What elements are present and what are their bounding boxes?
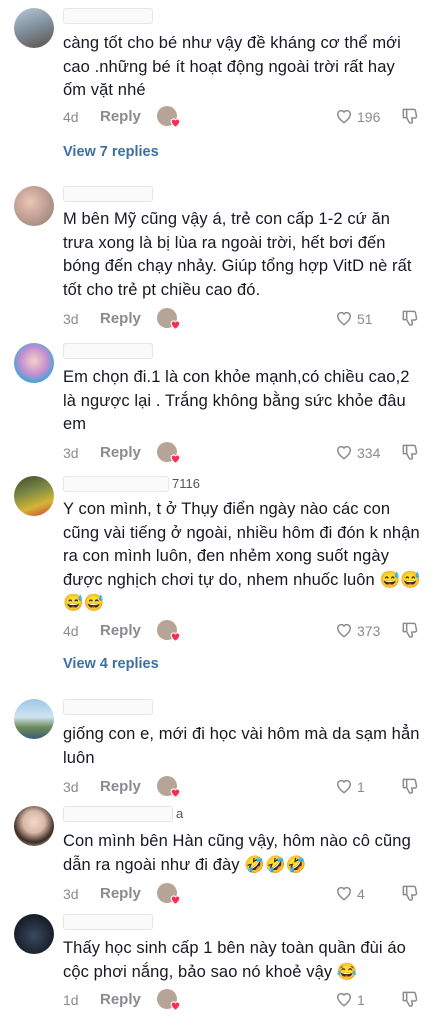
username[interactable]: 7116 [63,476,200,492]
comment-actions: 3d Reply 334 [63,442,439,465]
comment-time: 3d [63,779,79,795]
creator-liked-heart-icon [170,320,181,331]
username[interactable] [63,699,153,715]
username[interactable] [63,914,153,930]
comment-time: 3d [63,886,79,902]
username[interactable] [63,343,153,359]
dislike-icon[interactable] [400,106,420,126]
creator-liked-heart-icon [170,632,181,643]
like-count: 1 [357,779,365,795]
like-count: 51 [357,311,373,327]
comment-text: giống con e, mới đi học vài hôm mà da sạ… [63,725,420,767]
comment-actions: 1d Reply 1 [63,989,439,1012]
comment-actions: 3d Reply 1 [63,776,439,799]
heart-outline-icon [336,109,352,124]
reply-button[interactable]: Reply [100,777,141,797]
username-suffix: a [176,806,184,821]
comment-text: càng tốt cho bé như vậy đề kháng cơ thể … [63,34,401,99]
creator-liked-avatar [157,442,181,465]
heart-outline-icon [336,992,352,1007]
reply-button[interactable]: Reply [100,884,141,904]
like-count: 373 [357,623,381,639]
comment-time: 1d [63,992,79,1008]
view-replies-link[interactable]: View 7 replies [63,144,159,160]
comment-text: Con mình bên Hàn cũng vậy, hôm nào cô cũ… [63,832,411,874]
like-count: 196 [357,109,381,125]
avatar[interactable] [14,186,54,226]
heart-outline-icon [336,445,352,460]
comment-actions: 4d Reply 373 [63,620,439,643]
like-count: 334 [357,445,381,461]
avatar[interactable] [14,699,54,739]
reply-button[interactable]: Reply [100,107,141,127]
like-count: 1 [357,992,365,1008]
creator-liked-avatar [157,308,181,331]
view-replies-link[interactable]: View 4 replies [63,656,159,672]
dislike-icon[interactable] [400,442,420,462]
creator-liked-heart-icon [170,788,181,799]
comment-text: Thấy học sinh cấp 1 bên này toàn quần đù… [63,939,406,981]
comment-time: 3d [63,445,79,461]
avatar[interactable] [14,343,54,383]
creator-liked-avatar [157,883,181,906]
heart-outline-icon [336,311,352,326]
comment-text: Y con mình, t ở Thụy điển ngày nào các c… [63,500,421,612]
like-count: 4 [357,886,365,902]
reply-button[interactable]: Reply [100,309,141,329]
dislike-icon[interactable] [400,989,420,1009]
creator-liked-avatar [157,620,181,643]
comment-time: 4d [63,109,79,125]
creator-liked-heart-icon [170,1001,181,1012]
username-suffix: 7116 [172,476,200,491]
comment-actions: 3d Reply 4 [63,883,439,906]
creator-liked-avatar [157,776,181,799]
reply-button[interactable]: Reply [100,621,141,641]
comment-time: 4d [63,623,79,639]
avatar[interactable] [14,8,54,48]
comment-actions: 4d Reply 196 [63,106,439,129]
comment-text: M bên Mỹ cũng vậy á, trẻ con cấp 1-2 cứ … [63,210,412,299]
creator-liked-heart-icon [170,118,181,129]
comment-text: Em chọn đi.1 là con khỏe mạnh,có chiều c… [63,368,410,433]
dislike-icon[interactable] [400,620,420,640]
creator-liked-heart-icon [170,454,181,465]
username[interactable]: a [63,806,183,822]
comment-actions: 3d Reply 51 [63,308,439,331]
reply-button[interactable]: Reply [100,443,141,463]
reply-button[interactable]: Reply [100,990,141,1010]
dislike-icon[interactable] [400,883,420,903]
comment-time: 3d [63,311,79,327]
avatar[interactable] [14,806,54,846]
creator-liked-avatar [157,106,181,129]
creator-liked-heart-icon [170,895,181,906]
heart-outline-icon [336,779,352,794]
creator-liked-avatar [157,989,181,1012]
dislike-icon[interactable] [400,308,420,328]
dislike-icon[interactable] [400,776,420,796]
username[interactable] [63,186,153,202]
avatar[interactable] [14,476,54,516]
heart-outline-icon [336,886,352,901]
username[interactable] [63,8,153,24]
avatar[interactable] [14,914,54,954]
heart-outline-icon [336,623,352,638]
